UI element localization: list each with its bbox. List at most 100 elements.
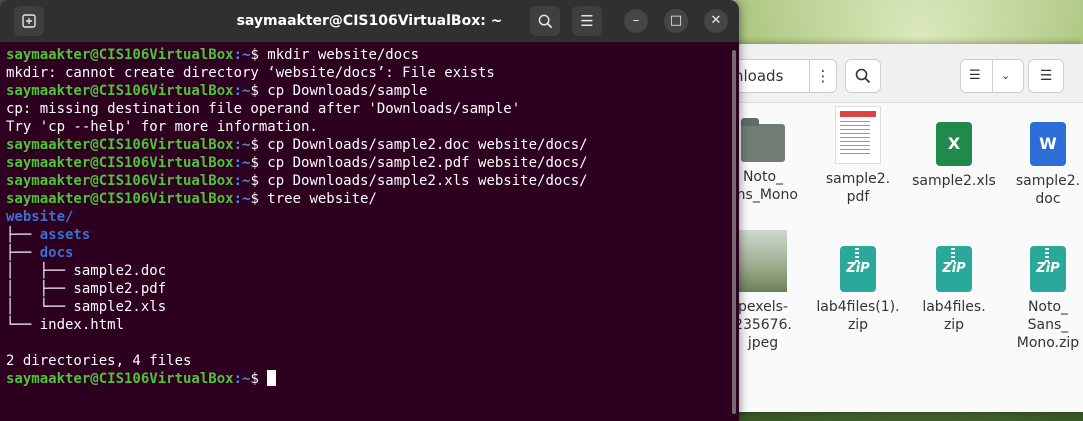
file-manager-header: nloads ⋮ ☰ ⌄ ☰: [725, 44, 1083, 103]
file-manager-window: nloads ⋮ ☰ ⌄ ☰ Noto_ ans_Mono sample2. p…: [725, 44, 1083, 412]
prompt-user: saymaakter@CIS106VirtualBox: [6, 137, 234, 153]
chevron-down-icon[interactable]: ⌄: [1001, 60, 1010, 92]
search-icon: [538, 14, 552, 29]
file-item[interactable]: W sample2. doc: [1003, 122, 1083, 208]
prompt-path: :~: [233, 191, 251, 207]
terminal-line: saymaakter@CIS106VirtualBox:~$ cp Downlo…: [6, 82, 725, 100]
image-thumbnail-icon: [739, 230, 787, 292]
command-text: cp Downloads/sample2.doc website/docs/: [267, 137, 588, 153]
command-text: cp Downloads/sample: [267, 83, 428, 99]
output-text: │ ├── sample2.doc: [6, 263, 167, 279]
output-text: │ └── sample2.xls: [6, 299, 167, 315]
view-divider: [992, 60, 993, 92]
terminal-line: website/: [6, 208, 725, 226]
terminal-window[interactable]: saymaakter@CIS106VirtualBox: ~ ☰ – □ ✕ s…: [0, 0, 739, 421]
output-text: │ ├── sample2.pdf: [6, 281, 167, 297]
zip-icon: ZiP: [840, 246, 876, 292]
output-text: 2 directories, 4 files: [6, 353, 192, 369]
close-icon[interactable]: ✕: [704, 9, 728, 33]
terminal-titlebar[interactable]: saymaakter@CIS106VirtualBox: ~ ☰ – □ ✕: [0, 0, 739, 42]
view-toggle[interactable]: ☰ ⌄: [960, 59, 1024, 93]
breadcrumb-label: nloads: [734, 67, 784, 85]
search-icon: [855, 68, 871, 84]
zip-icon: ZiP: [1030, 246, 1066, 292]
command-text: mkdir website/docs: [267, 47, 420, 63]
prompt-user: saymaakter@CIS106VirtualBox: [6, 155, 234, 171]
prompt-symbol: $: [250, 191, 268, 207]
path-menu-icon[interactable]: ⋮: [809, 60, 836, 92]
prompt-symbol: $: [250, 47, 268, 63]
search-button[interactable]: [845, 59, 881, 93]
pdf-thumbnail-icon: [835, 106, 881, 164]
directory-name: website/: [6, 209, 74, 225]
text-cursor: [267, 370, 277, 386]
prompt-path: :~: [233, 371, 251, 387]
prompt-path: :~: [233, 155, 251, 171]
terminal-output[interactable]: saymaakter@CIS106VirtualBox:~$ mkdir web…: [6, 46, 725, 421]
prompt-symbol: $: [250, 155, 268, 171]
terminal-line: saymaakter@CIS106VirtualBox:~$ cp Downlo…: [6, 154, 725, 172]
prompt-symbol: $: [250, 137, 268, 153]
output-text: Try 'cp --help' for more information.: [6, 119, 318, 135]
command-text: tree website/: [267, 191, 377, 207]
prompt-path: :~: [233, 47, 251, 63]
prompt-symbol: $: [250, 173, 268, 189]
terminal-line: saymaakter@CIS106VirtualBox:~$: [6, 370, 725, 388]
terminal-line: cp: missing destination file operand aft…: [6, 100, 725, 118]
terminal-line: ├── assets: [6, 226, 725, 244]
search-button[interactable]: [530, 6, 560, 36]
file-item[interactable]: ZiP lab4files(1). zip: [813, 246, 903, 334]
terminal-line: saymaakter@CIS106VirtualBox:~$ mkdir web…: [6, 46, 725, 64]
file-item[interactable]: ZiP Noto_ Sans_ Mono.zip: [1003, 246, 1083, 352]
prompt-user: saymaakter@CIS106VirtualBox: [6, 173, 234, 189]
prompt-path: :~: [233, 173, 251, 189]
tree-branch: ├──: [6, 227, 40, 243]
tree-branch: ├──: [6, 245, 40, 261]
spreadsheet-icon: X: [936, 122, 972, 166]
terminal-line: │ └── sample2.xls: [6, 298, 725, 316]
terminal-line: mkdir: cannot create directory ‘website/…: [6, 64, 725, 82]
command-text: cp Downloads/sample2.xls website/docs/: [267, 173, 588, 189]
file-label: sample2. doc: [1015, 173, 1081, 207]
minimize-icon[interactable]: –: [624, 9, 648, 33]
directory-name: docs: [39, 245, 74, 261]
file-item[interactable]: sample2. pdf: [813, 106, 903, 206]
zip-icon: ZiP: [936, 246, 972, 292]
list-view-icon[interactable]: ☰: [969, 60, 981, 92]
terminal-scrollbar[interactable]: [732, 50, 736, 414]
prompt-user: saymaakter@CIS106VirtualBox: [6, 371, 234, 387]
file-item[interactable]: X sample2.xls: [909, 122, 999, 190]
file-label: Noto_ Sans_ Mono.zip: [1016, 299, 1080, 351]
folder-icon: [741, 118, 785, 162]
prompt-user: saymaakter@CIS106VirtualBox: [6, 47, 234, 63]
terminal-line: saymaakter@CIS106VirtualBox:~$ tree webs…: [6, 190, 725, 208]
file-label: lab4files. zip: [922, 299, 986, 333]
output-text: └── index.html: [6, 317, 125, 333]
file-label: sample2. pdf: [825, 171, 891, 205]
terminal-line: ├── docs: [6, 244, 725, 262]
file-label: sample2.xls: [912, 173, 996, 189]
prompt-user: saymaakter@CIS106VirtualBox: [6, 83, 234, 99]
terminal-line: │ ├── sample2.pdf: [6, 280, 725, 298]
directory-name: assets: [39, 227, 91, 243]
hamburger-menu-icon[interactable]: ☰: [572, 6, 602, 36]
path-breadcrumb[interactable]: nloads ⋮: [725, 59, 837, 93]
file-item[interactable]: ZiP lab4files. zip: [909, 246, 999, 334]
prompt-path: :~: [233, 137, 251, 153]
maximize-icon[interactable]: □: [664, 9, 688, 33]
terminal-line: 2 directories, 4 files: [6, 352, 725, 370]
prompt-path: :~: [233, 83, 251, 99]
terminal-line: │ ├── sample2.doc: [6, 262, 725, 280]
terminal-line: Try 'cp --help' for more information.: [6, 118, 725, 136]
command-text: cp Downloads/sample2.pdf website/docs/: [267, 155, 588, 171]
prompt-user: saymaakter@CIS106VirtualBox: [6, 191, 234, 207]
prompt-symbol: $: [250, 371, 268, 387]
terminal-line: saymaakter@CIS106VirtualBox:~$ cp Downlo…: [6, 136, 725, 154]
terminal-line: └── index.html: [6, 316, 725, 334]
hamburger-menu-icon[interactable]: ☰: [1028, 59, 1064, 93]
document-icon: W: [1030, 122, 1066, 166]
prompt-symbol: $: [250, 83, 268, 99]
terminal-line: saymaakter@CIS106VirtualBox:~$ cp Downlo…: [6, 172, 725, 190]
file-grid: Noto_ ans_Mono sample2. pdf X sample2.xl…: [725, 102, 1083, 412]
